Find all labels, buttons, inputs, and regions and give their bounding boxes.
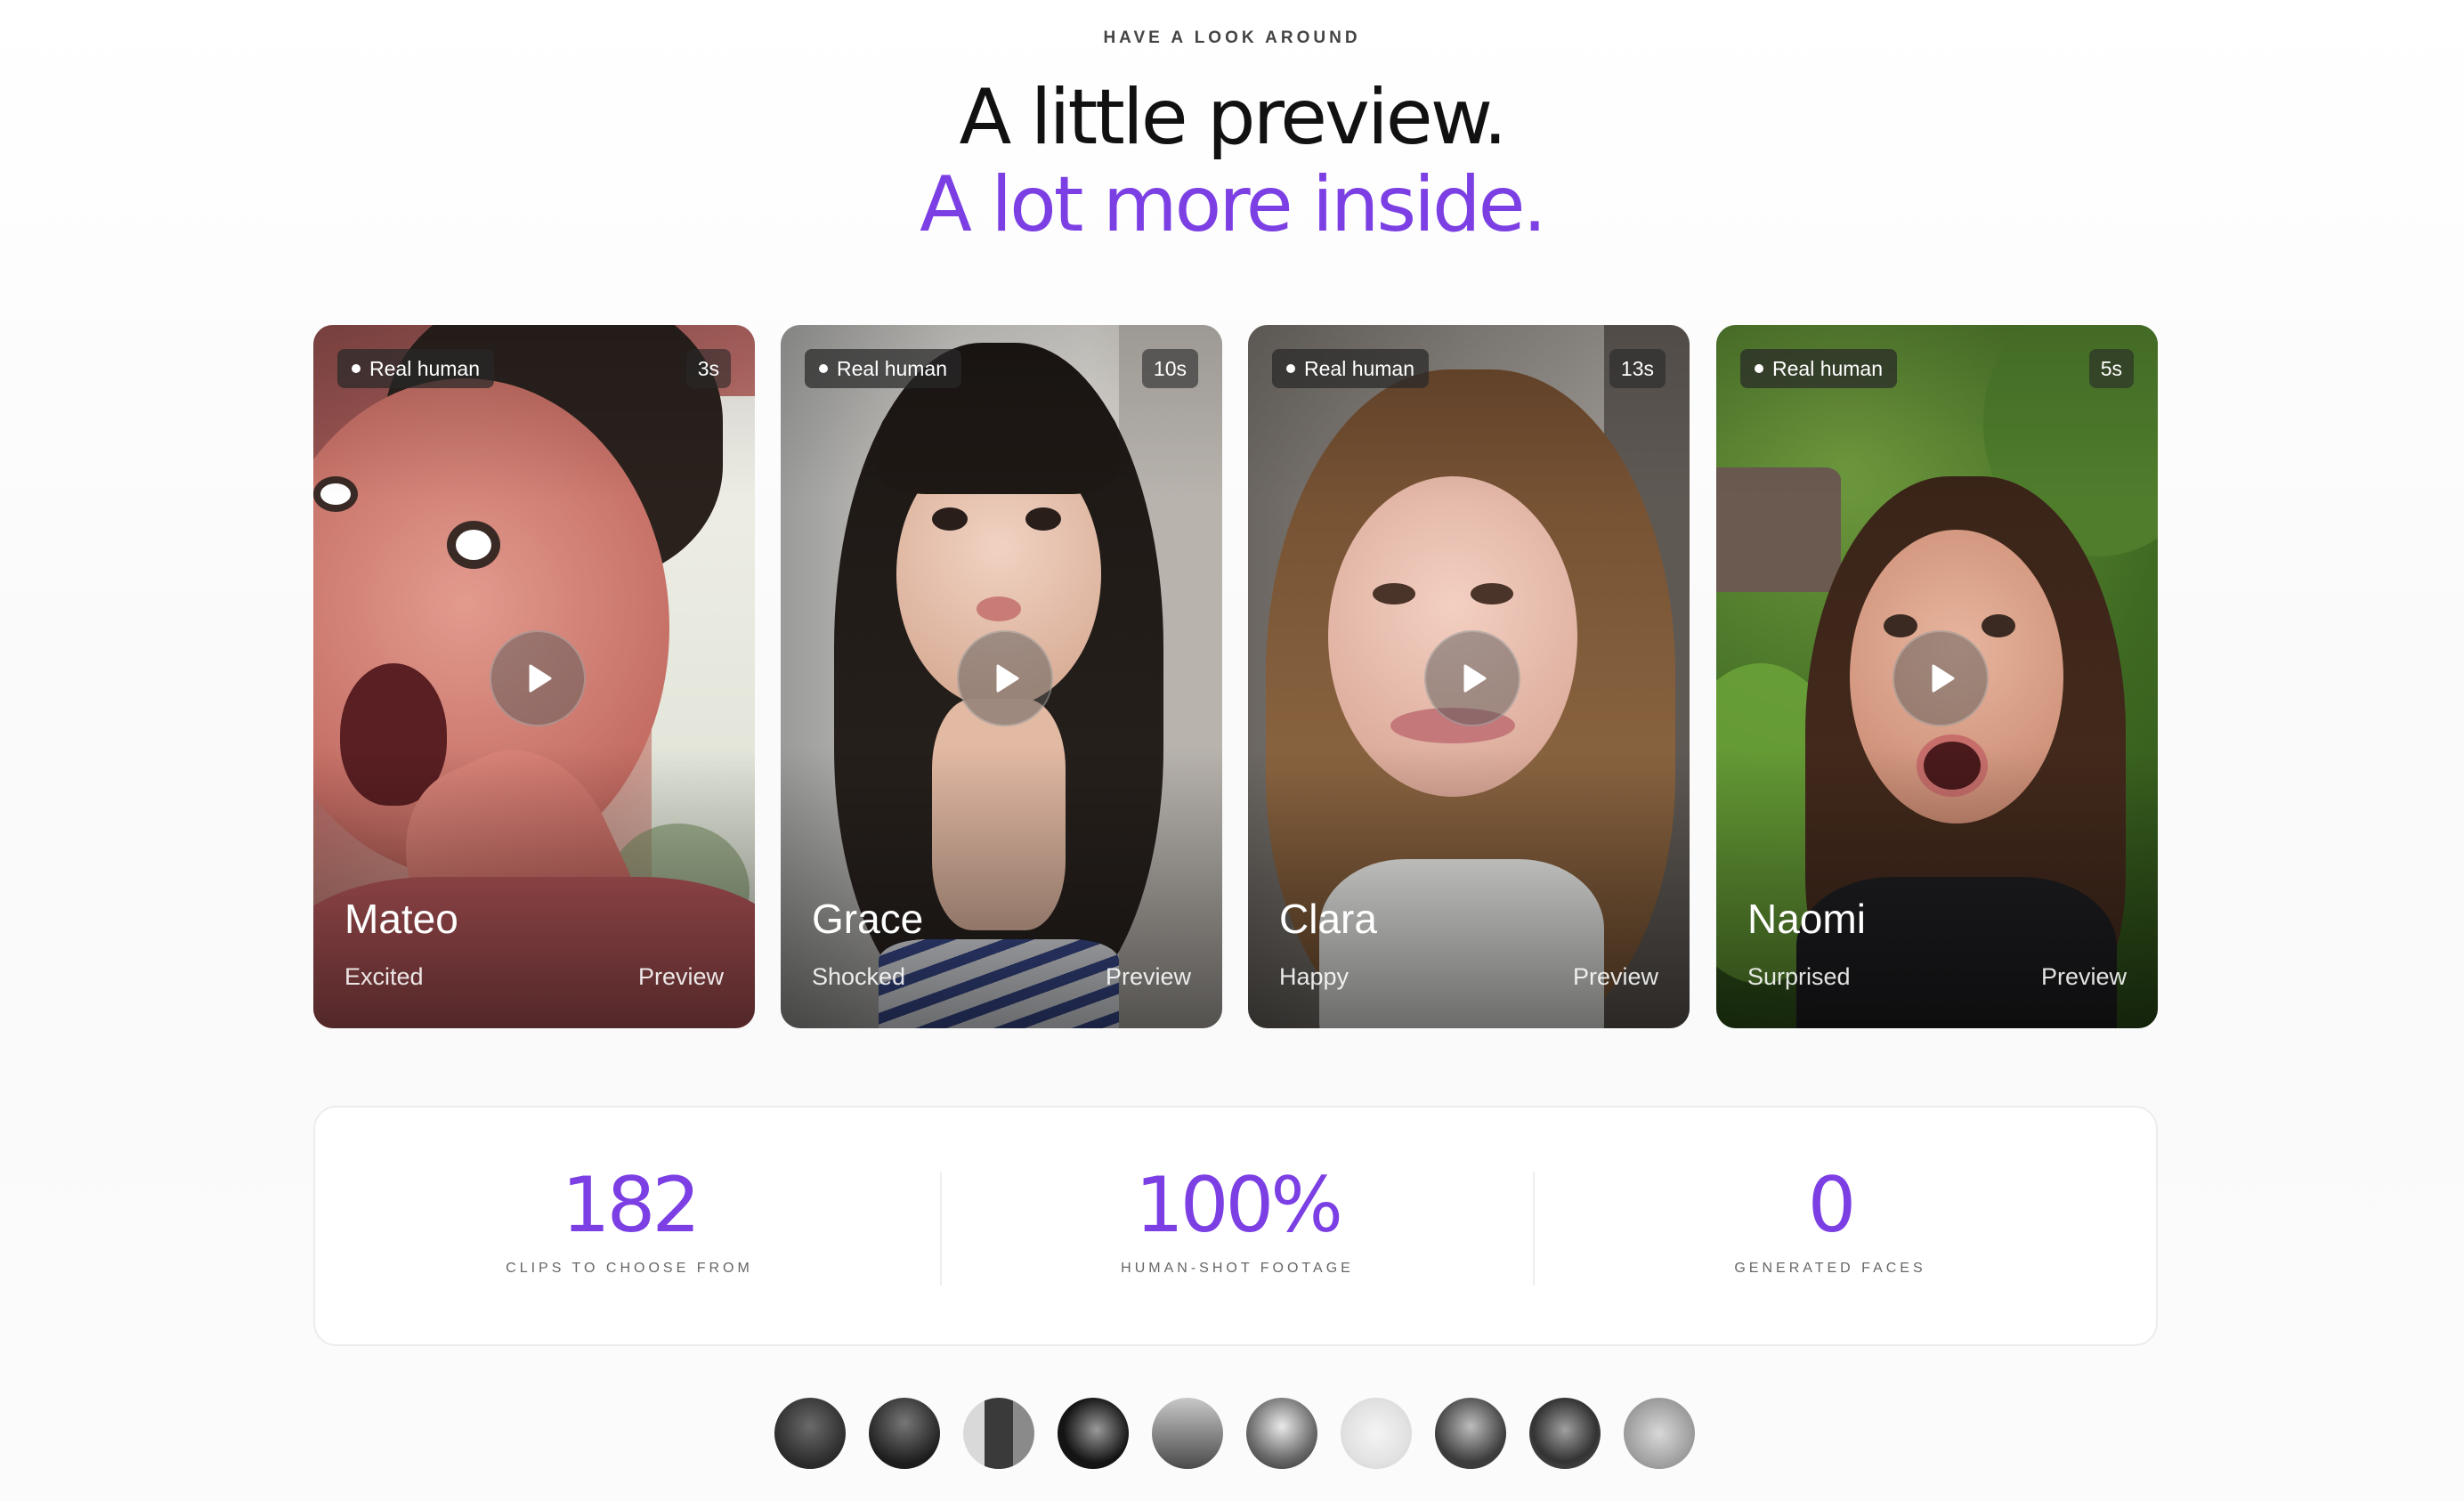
preview-link[interactable]: Preview	[1573, 963, 1658, 991]
preview-link[interactable]: Preview	[638, 963, 724, 991]
clip-card-mateo[interactable]: Real human 3s Mateo Excited Preview	[313, 325, 755, 1028]
avatar[interactable]	[1246, 1398, 1317, 1469]
duration-badge: 13s	[1609, 349, 1666, 388]
badge-label: Real human	[1772, 356, 1884, 380]
real-human-badge: Real human	[337, 349, 495, 388]
badge-label: Real human	[837, 356, 948, 380]
eyebrow-label: HAVE A LOOK AROUND	[1103, 28, 1361, 47]
real-human-badge: Real human	[1272, 349, 1430, 388]
avatar[interactable]	[869, 1398, 940, 1469]
duration-badge: 3s	[685, 349, 731, 388]
stat-value: 100%	[1135, 1161, 1343, 1250]
card-mood: Shocked	[812, 963, 906, 990]
avatar[interactable]	[1435, 1398, 1506, 1469]
preview-link[interactable]: Preview	[1106, 963, 1191, 991]
clip-card-grace[interactable]: Real human 10s Grace Shocked Preview	[781, 325, 1222, 1028]
avatar[interactable]	[774, 1398, 846, 1469]
card-name: Clara	[1279, 896, 1377, 942]
headline-line-2: A lot more inside.	[920, 160, 1547, 249]
avatar[interactable]	[1529, 1398, 1601, 1469]
play-icon	[1932, 664, 1955, 693]
card-name: Mateo	[344, 896, 458, 942]
real-human-badge: Real human	[1740, 349, 1898, 388]
badge-label: Real human	[369, 356, 481, 380]
card-name: Grace	[812, 896, 924, 942]
play-icon	[1463, 664, 1487, 693]
dot-icon	[819, 364, 828, 373]
stat-label: GENERATED FACES	[1734, 1261, 1926, 1276]
dot-icon	[1286, 364, 1295, 373]
play-button[interactable]	[1424, 630, 1520, 726]
stat-label: HUMAN-SHOT FOOTAGE	[1121, 1261, 1354, 1276]
play-icon	[529, 664, 552, 693]
avatar[interactable]	[1058, 1398, 1129, 1469]
dot-icon	[352, 364, 361, 373]
avatar[interactable]	[1152, 1398, 1223, 1469]
play-icon	[996, 664, 1019, 693]
play-button[interactable]	[957, 630, 1053, 726]
play-button[interactable]	[1893, 630, 1989, 726]
dot-icon	[1755, 364, 1763, 373]
headline-line-1: A little preview.	[959, 73, 1508, 162]
stat-label: CLIPS TO CHOOSE FROM	[506, 1261, 753, 1276]
clip-card-clara[interactable]: Real human 13s Clara Happy Preview	[1248, 325, 1690, 1028]
stats-panel: 182 CLIPS TO CHOOSE FROM 100% HUMAN-SHOT…	[313, 1106, 2158, 1346]
avatar[interactable]	[1624, 1398, 1695, 1469]
avatar-row	[774, 1398, 1700, 1469]
real-human-badge: Real human	[805, 349, 962, 388]
clip-card-naomi[interactable]: Real human 5s Naomi Surprised Preview	[1716, 325, 2158, 1028]
card-mood: Surprised	[1747, 963, 1851, 990]
avatar[interactable]	[1341, 1398, 1412, 1469]
duration-badge: 5s	[2088, 349, 2134, 388]
preview-link[interactable]: Preview	[2041, 963, 2127, 991]
stat-human-shot: 100% HUMAN-SHOT FOOTAGE	[941, 1107, 1534, 1348]
card-mood: Excited	[344, 963, 424, 990]
play-button[interactable]	[490, 630, 586, 726]
stat-generated: 0 GENERATED FACES	[1534, 1107, 2127, 1348]
duration-badge: 10s	[1141, 349, 1198, 388]
avatar[interactable]	[963, 1398, 1034, 1469]
card-mood: Happy	[1279, 963, 1350, 990]
stat-clips: 182 CLIPS TO CHOOSE FROM	[333, 1107, 926, 1348]
badge-label: Real human	[1304, 356, 1415, 380]
stat-value: 182	[561, 1161, 701, 1250]
card-name: Naomi	[1747, 896, 1866, 942]
stat-value: 0	[1807, 1161, 1857, 1250]
